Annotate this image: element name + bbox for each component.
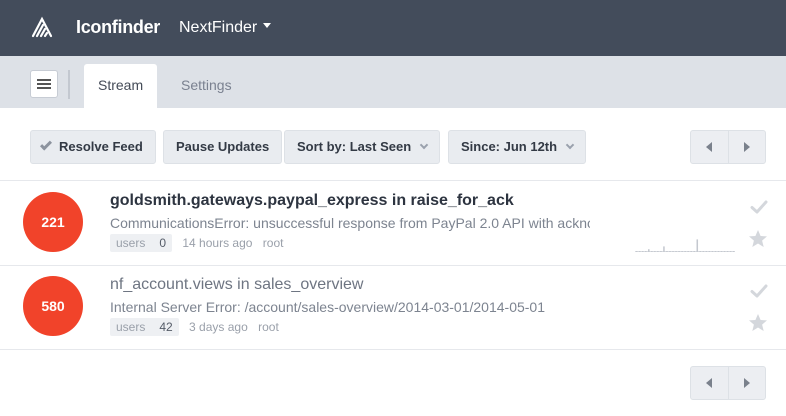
- sparkline-bar: [660, 251, 662, 252]
- event-title[interactable]: nf_account.views in sales_overview: [110, 276, 363, 294]
- sparkline-bar: [687, 251, 689, 252]
- resolve-check-icon[interactable]: [750, 282, 768, 300]
- prev-page-button[interactable]: [691, 367, 728, 399]
- pager-bottom: [690, 366, 766, 400]
- sort-dropdown[interactable]: Sort by: Last Seen: [284, 130, 441, 164]
- arrow-right-icon: [744, 142, 750, 152]
- sparkline-bar: [720, 251, 723, 252]
- sparkline-bar: [726, 251, 729, 252]
- tab-bar: Stream Settings: [0, 56, 786, 108]
- brand-name[interactable]: Iconfinder: [76, 17, 160, 38]
- event-message: CommunicationsError: unsuccessful respon…: [110, 215, 590, 231]
- hamburger-line: [37, 83, 51, 85]
- sparkline-bar: [702, 251, 705, 252]
- sparkline-bar: [641, 251, 644, 252]
- event-title[interactable]: goldsmith.gateways.paypal_express in rai…: [110, 192, 514, 210]
- sparkline-bar: [705, 251, 708, 252]
- sparkline-bar: [651, 251, 653, 252]
- sparkline-bar: [729, 251, 732, 252]
- event-meta: users 42 3 days ago root: [110, 318, 279, 336]
- resolve-feed-label: Resolve Feed: [59, 139, 143, 154]
- resolve-check-icon[interactable]: [750, 198, 768, 216]
- sparkline-bar: [681, 251, 683, 252]
- top-navbar: Iconfinder NextFinder: [0, 0, 786, 56]
- event-time: 3 days ago: [189, 320, 248, 334]
- users-count: 42: [159, 320, 173, 334]
- project-name: NextFinder: [179, 19, 258, 36]
- sparkline-bar: [693, 251, 695, 252]
- chevron-down-icon: [419, 140, 429, 150]
- project-selector[interactable]: NextFinder: [179, 19, 272, 37]
- event-time: 14 hours ago: [182, 236, 253, 250]
- prev-page-button[interactable]: [691, 131, 728, 163]
- users-pill: users 0: [110, 234, 173, 252]
- sparkline-bar: [672, 251, 674, 252]
- pager-top: [690, 130, 766, 164]
- event-count-badge: 221: [23, 192, 83, 252]
- hamburger-line: [37, 87, 51, 89]
- sparkline-bar: [648, 249, 650, 252]
- sparkline-bar: [732, 251, 735, 252]
- arrow-right-icon: [744, 378, 750, 388]
- caret-down-icon: [263, 23, 272, 29]
- event-sparkline: [635, 239, 735, 252]
- sparkline-bar: [684, 251, 686, 252]
- sparkline-bar: [645, 251, 647, 252]
- event-message: Internal Server Error: /account/sales-ov…: [110, 299, 546, 315]
- iconfinder-logo-icon[interactable]: [31, 16, 53, 38]
- stream-toolbar: Resolve Feed Pause Updates Sort by: Last…: [0, 130, 786, 164]
- chevron-down-icon: [565, 140, 575, 150]
- divider: [0, 349, 786, 350]
- hamburger-line: [37, 79, 51, 81]
- next-page-button[interactable]: [728, 367, 765, 399]
- arrow-left-icon: [706, 378, 712, 388]
- resolve-feed-button[interactable]: Resolve Feed: [30, 130, 156, 164]
- event-row[interactable]: 580 nf_account.views in sales_overview I…: [0, 266, 786, 350]
- sort-label: Sort by: Last Seen: [297, 139, 412, 154]
- sparkline-bar: [638, 251, 641, 252]
- users-pill: users 42: [110, 318, 179, 336]
- sparkline-bar: [690, 251, 692, 252]
- arrow-left-icon: [706, 142, 712, 152]
- sparkline-bar: [635, 251, 638, 252]
- since-label: Since: Jun 12th: [461, 139, 558, 154]
- sparkline-bar: [678, 251, 680, 252]
- sparkline-bar: [699, 251, 702, 252]
- sparkline-bar: [717, 251, 720, 252]
- sparkline-bar: [657, 251, 659, 252]
- since-dropdown[interactable]: Since: Jun 12th: [448, 130, 587, 164]
- sparkline-bar: [714, 251, 717, 252]
- sparkline-bar: [696, 239, 699, 252]
- event-logger: root: [262, 236, 284, 250]
- event-meta: users 0 14 hours ago root: [110, 234, 283, 252]
- event-row[interactable]: 221 goldsmith.gateways.paypal_express in…: [0, 181, 786, 265]
- bookmark-star-icon[interactable]: [748, 229, 768, 249]
- pause-updates-button[interactable]: Pause Updates: [163, 130, 283, 164]
- users-label: users: [116, 320, 146, 334]
- sparkline-bar: [669, 251, 671, 252]
- sparkline-bar: [675, 251, 677, 252]
- sparkline-bar: [654, 251, 656, 252]
- users-count: 0: [159, 236, 167, 250]
- tab-settings[interactable]: Settings: [167, 64, 246, 108]
- sparkline-bar: [711, 251, 714, 252]
- bookmark-star-icon[interactable]: [748, 313, 768, 333]
- tab-separator: [68, 70, 70, 99]
- check-icon: [39, 138, 53, 151]
- sparkline-bar: [666, 251, 668, 252]
- event-count-badge: 580: [23, 276, 83, 336]
- next-page-button[interactable]: [728, 131, 765, 163]
- event-logger: root: [258, 320, 279, 334]
- sparkline-bar: [708, 251, 711, 252]
- users-label: users: [116, 236, 146, 250]
- tab-stream[interactable]: Stream: [84, 64, 158, 108]
- sparkline-bar: [723, 251, 726, 252]
- menu-button[interactable]: [30, 70, 58, 98]
- sparkline-bar: [663, 246, 665, 252]
